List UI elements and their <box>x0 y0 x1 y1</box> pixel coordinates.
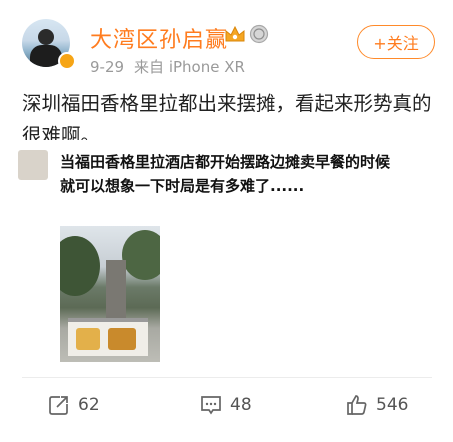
embedded-screenshot[interactable]: 当福田香格里拉酒店都开始摆路边摊卖早餐的时候就可以想象一下时局是有多难了....… <box>18 140 424 366</box>
divider <box>22 377 432 378</box>
post-source: 来自 iPhone XR <box>134 58 245 76</box>
comment-icon <box>201 396 221 415</box>
verified-badge-icon <box>58 52 76 70</box>
photo-food-cart <box>68 318 148 356</box>
avatar-body <box>30 45 62 67</box>
follow-button[interactable]: +关注 <box>357 25 435 59</box>
username[interactable]: 大湾区孙启赢 <box>90 22 228 54</box>
embedded-text: 当福田香格里拉酒店都开始摆路边摊卖早餐的时候就可以想象一下时局是有多难了....… <box>60 153 391 195</box>
comment-button[interactable]: 48 <box>200 390 252 420</box>
photo-tree <box>122 230 160 280</box>
avatar-head <box>38 29 54 45</box>
photo-food <box>108 328 136 350</box>
medal-icon <box>249 24 269 44</box>
like-icon <box>347 395 367 415</box>
embedded-avatar <box>18 150 48 180</box>
like-count: 546 <box>376 395 409 415</box>
post-meta: 9-29 来自 iPhone XR <box>90 56 245 77</box>
weibo-post: 大湾区孙启赢 9-29 来自 iPhone XR +关注 深圳福田香格里拉都出来摆… <box>0 0 453 442</box>
photo-sign <box>106 260 126 318</box>
repost-button[interactable]: 62 <box>48 390 100 420</box>
action-bar: 62 48 546 <box>0 386 453 426</box>
like-button[interactable]: 546 <box>346 390 408 420</box>
post-date: 9-29 <box>90 58 125 76</box>
photo-food <box>76 328 100 350</box>
comment-count: 48 <box>230 395 252 415</box>
repost-icon <box>49 396 68 415</box>
photo-tree <box>60 236 100 296</box>
street-stall-photo[interactable] <box>60 226 160 362</box>
repost-count: 62 <box>78 395 100 415</box>
crown-icon <box>225 25 245 42</box>
